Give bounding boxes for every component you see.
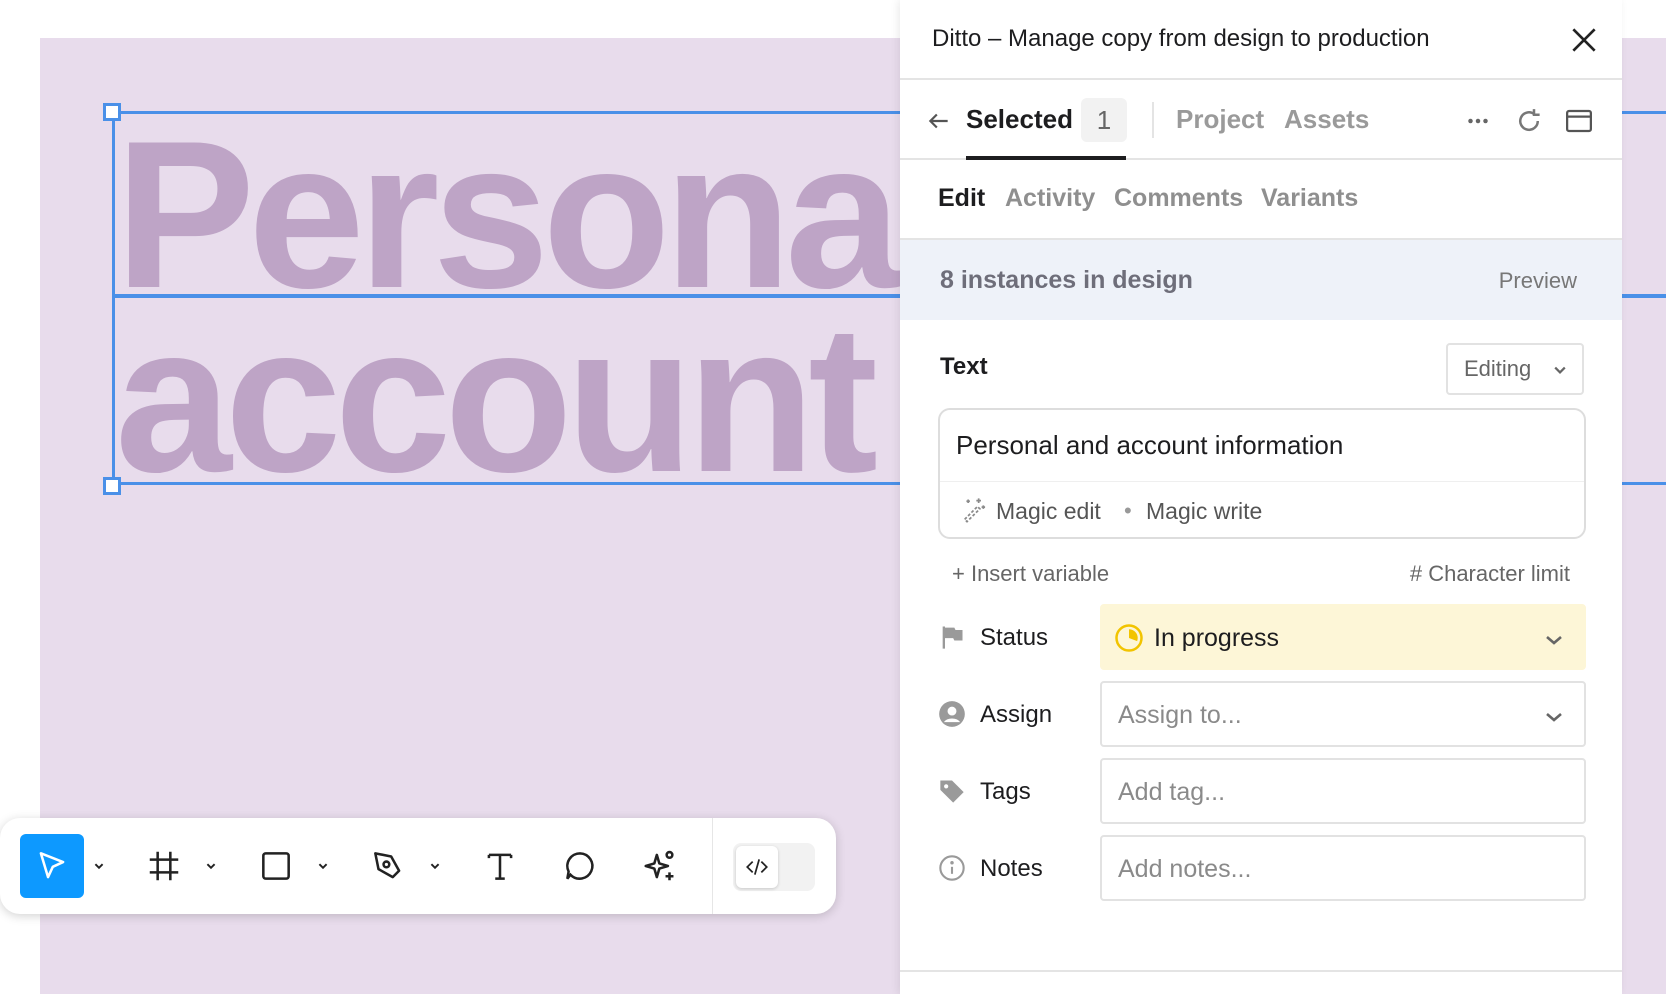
tags-input[interactable]: Add tag... [1100,758,1586,824]
info-icon [939,855,965,881]
shape-tool-dropdown[interactable] [308,860,338,872]
ditto-plugin-panel: Ditto – Manage copy from design to produ… [900,0,1622,994]
detail-subtabs: Edit Activity Comments Variants [900,160,1622,240]
panel-titlebar: Ditto – Manage copy from design to produ… [900,0,1622,80]
instances-count: 8 instances in design [940,266,1193,294]
in-progress-icon [1115,624,1143,652]
magic-write-button[interactable]: Magic write [1146,498,1262,525]
preview-link[interactable]: Preview [1499,268,1577,294]
assign-label: Assign [980,701,1053,728]
code-icon [746,859,768,875]
sparkle-icon [644,850,674,881]
rectangle-icon [262,852,290,880]
comment-tool-button[interactable] [548,834,612,898]
instances-banner: 8 instances in design Preview [900,240,1622,320]
tags-row: Tags Add tag... [938,758,1586,824]
chevron-down-icon [206,863,216,870]
assign-dropdown[interactable]: Assign to... [1100,681,1586,747]
subtab-edit[interactable]: Edit [938,184,985,213]
card-divider [940,481,1584,482]
tag-icon [940,780,964,803]
window-icon[interactable] [1564,106,1594,136]
back-arrow-icon[interactable] [926,108,952,134]
bottom-toolbar [0,818,836,914]
editing-mode-dropdown[interactable]: Editing [1446,343,1584,395]
notes-label: Notes [980,855,1043,882]
status-value: In progress [1154,624,1280,652]
subtab-comments[interactable]: Comments [1114,184,1243,213]
flag-icon [942,626,963,649]
chevron-down-icon [430,863,440,870]
frame-icon [149,851,179,881]
refresh-icon[interactable] [1514,106,1544,136]
actions-tool-button[interactable] [628,834,692,898]
shape-tool-button[interactable] [244,834,308,898]
tags-placeholder: Add tag... [1118,778,1226,806]
resize-handle-top-left[interactable] [103,103,121,121]
dev-mode-knob [736,846,778,888]
chevron-down-icon [1546,713,1562,722]
text-section-label: Text [940,353,988,380]
subtab-activity[interactable]: Activity [1005,184,1095,213]
pen-tool-dropdown[interactable] [420,860,450,872]
resize-handle-bottom-left[interactable] [103,477,121,495]
panel-bottom-divider [900,970,1622,972]
panel-nav: Selected 1 Project Assets [900,80,1622,160]
magic-edit-button[interactable]: Magic edit [996,498,1101,525]
text-tool-button[interactable] [468,834,532,898]
tab-selected[interactable]: Selected [966,104,1073,135]
frame-tool-dropdown[interactable] [196,860,226,872]
magic-separator: • [1124,498,1132,523]
magic-wand-icon [963,498,986,523]
selected-count-badge: 1 [1081,98,1127,142]
toolbar-divider [712,818,713,914]
tab-project[interactable]: Project [1176,104,1264,135]
tags-label: Tags [980,778,1031,805]
notes-input[interactable]: Add notes... [1100,835,1586,901]
status-row: Status In progress [938,604,1586,670]
pen-tool-button[interactable] [356,834,420,898]
status-dropdown[interactable]: In progress [1100,604,1586,670]
cursor-icon [39,852,65,879]
character-limit-button[interactable]: # Character limit [1410,561,1570,587]
move-tool-button[interactable] [20,834,84,898]
frame-tool-button[interactable] [132,834,196,898]
assign-row: Assign Assign to... [938,681,1586,747]
text-icon [487,853,513,880]
more-options-icon[interactable] [1463,106,1493,136]
status-label: Status [980,624,1049,651]
pen-icon [374,852,401,879]
chevron-down-icon [318,863,328,870]
tab-assets[interactable]: Assets [1284,104,1369,135]
comment-bubble-icon [566,852,594,880]
nav-divider [1152,102,1154,138]
text-value[interactable]: Personal and account information [956,430,1343,461]
insert-variable-button[interactable]: + Insert variable [952,561,1109,587]
subtab-variants[interactable]: Variants [1261,184,1358,213]
notes-row: Notes Add notes... [938,835,1586,901]
chevron-down-icon [1546,636,1562,645]
chevron-down-icon [1554,366,1566,374]
panel-title: Ditto – Manage copy from design to produ… [932,25,1430,52]
assign-placeholder: Assign to... [1118,701,1242,729]
notes-placeholder: Add notes... [1118,855,1252,883]
close-icon[interactable] [1568,24,1600,56]
chevron-down-icon [94,863,104,870]
text-editor-card[interactable]: Personal and account information Magic e… [938,408,1586,539]
editing-mode-label: Editing [1464,356,1532,381]
dev-mode-toggle[interactable] [733,843,815,891]
user-avatar-icon [939,701,965,727]
move-tool-dropdown[interactable] [84,860,114,872]
